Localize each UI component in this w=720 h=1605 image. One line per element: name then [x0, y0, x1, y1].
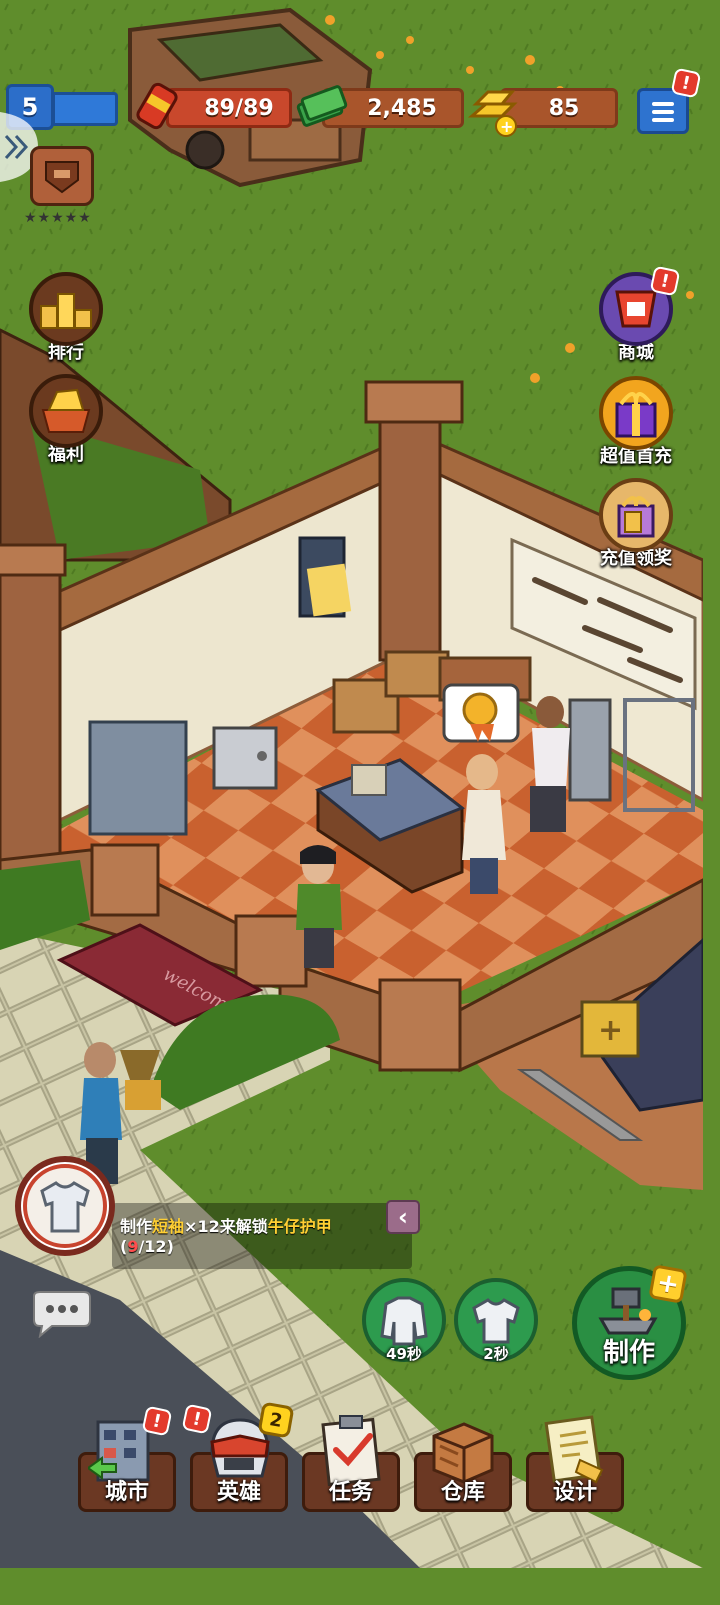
- craft-goal-item: 短袖: [152, 1217, 185, 1236]
- craft-progress-total: /12): [138, 1237, 174, 1256]
- energy-can-icon: [136, 82, 178, 130]
- queue-timer-2: 2秒: [483, 1345, 509, 1363]
- welfare-button[interactable]: 福利: [24, 374, 108, 466]
- craft-goal-progress: (9/12): [120, 1237, 412, 1257]
- nav-warehouse-label: 仓库: [440, 1480, 485, 1505]
- craft-goal-prefix: 制作: [120, 1217, 153, 1236]
- craft-goal-item-badge[interactable]: [14, 1155, 116, 1261]
- nav-warehouse-button[interactable]: 仓库: [414, 1412, 512, 1512]
- craft-queue-slot-2[interactable]: 2秒: [454, 1278, 538, 1363]
- nav-tasks-button[interactable]: 任务: [302, 1412, 400, 1512]
- rating-stars-icon: ★★★★★: [24, 210, 92, 226]
- tshirt-goal-icon: [15, 1156, 115, 1256]
- podium-icon: [29, 272, 103, 346]
- recharge-reward-button[interactable]: 充值领奖: [594, 478, 678, 570]
- chat-bubble-icon[interactable]: [30, 1290, 94, 1338]
- add-craft-slot-icon[interactable]: +: [648, 1264, 688, 1304]
- craft-goal-panel[interactable]: 制作短袖×12来解锁牛仔护甲 (9/12): [112, 1203, 412, 1269]
- nav-city-label: 城市: [104, 1480, 149, 1505]
- craft-goal-line: 制作短袖×12来解锁牛仔护甲: [120, 1217, 412, 1237]
- xp-bar: [52, 92, 118, 126]
- quality-medal-bubble: [442, 683, 520, 743]
- craft-label: 制作: [602, 1338, 655, 1368]
- collapse-goal-button[interactable]: ‹: [386, 1200, 420, 1234]
- shop-rating-badge[interactable]: ★★★★★: [24, 146, 104, 232]
- craft-goal-reward: 牛仔护甲: [267, 1217, 332, 1236]
- svg-text:+: +: [500, 117, 513, 136]
- craft-queue-slot-1[interactable]: 49秒: [362, 1278, 446, 1363]
- energy-value: 89/89: [204, 95, 274, 121]
- cash-stack-icon: [296, 85, 348, 127]
- bottom-navigation: 城市 ! 英雄 ! 2 任务 仓库 设计: [0, 1398, 703, 1518]
- craft-progress-current: 9: [127, 1237, 139, 1256]
- menu-alert-badge: !: [670, 67, 702, 99]
- city-alert-badge: !: [141, 1405, 173, 1437]
- gold-bars-icon: +: [467, 90, 518, 137]
- svg-text:+: +: [598, 1013, 623, 1048]
- ranking-button[interactable]: 排行: [24, 272, 108, 364]
- cash-value: 2,485: [367, 95, 437, 121]
- nav-design-label: 设计: [552, 1480, 597, 1505]
- queue-timer-1: 49秒: [386, 1345, 422, 1363]
- nav-tasks-label: 任务: [328, 1480, 373, 1505]
- gold-value: 85: [548, 95, 580, 121]
- nav-design-button[interactable]: 设计: [526, 1412, 624, 1512]
- heroes-count-badge: 2: [257, 1401, 295, 1439]
- energy-counter[interactable]: 89/89: [166, 88, 292, 128]
- gold-chest-icon: [29, 374, 103, 448]
- gift-box-icon: [599, 478, 673, 552]
- first-recharge-button[interactable]: 超值首充: [594, 376, 678, 468]
- nav-heroes-label: 英雄: [216, 1480, 261, 1505]
- top-hud: 5 89/89 2,485 85 + !: [0, 67, 703, 137]
- shop-crest-icon: [45, 161, 79, 194]
- nav-city-button[interactable]: 城市 !: [78, 1405, 176, 1512]
- craft-goal-count: ×12来解锁: [184, 1217, 268, 1236]
- craft-button[interactable]: 制作 +: [572, 1264, 688, 1380]
- purple-gift-icon: [599, 376, 673, 450]
- chevron-left-icon: ‹: [398, 1203, 408, 1231]
- nav-heroes-button[interactable]: 英雄 ! 2: [181, 1401, 295, 1512]
